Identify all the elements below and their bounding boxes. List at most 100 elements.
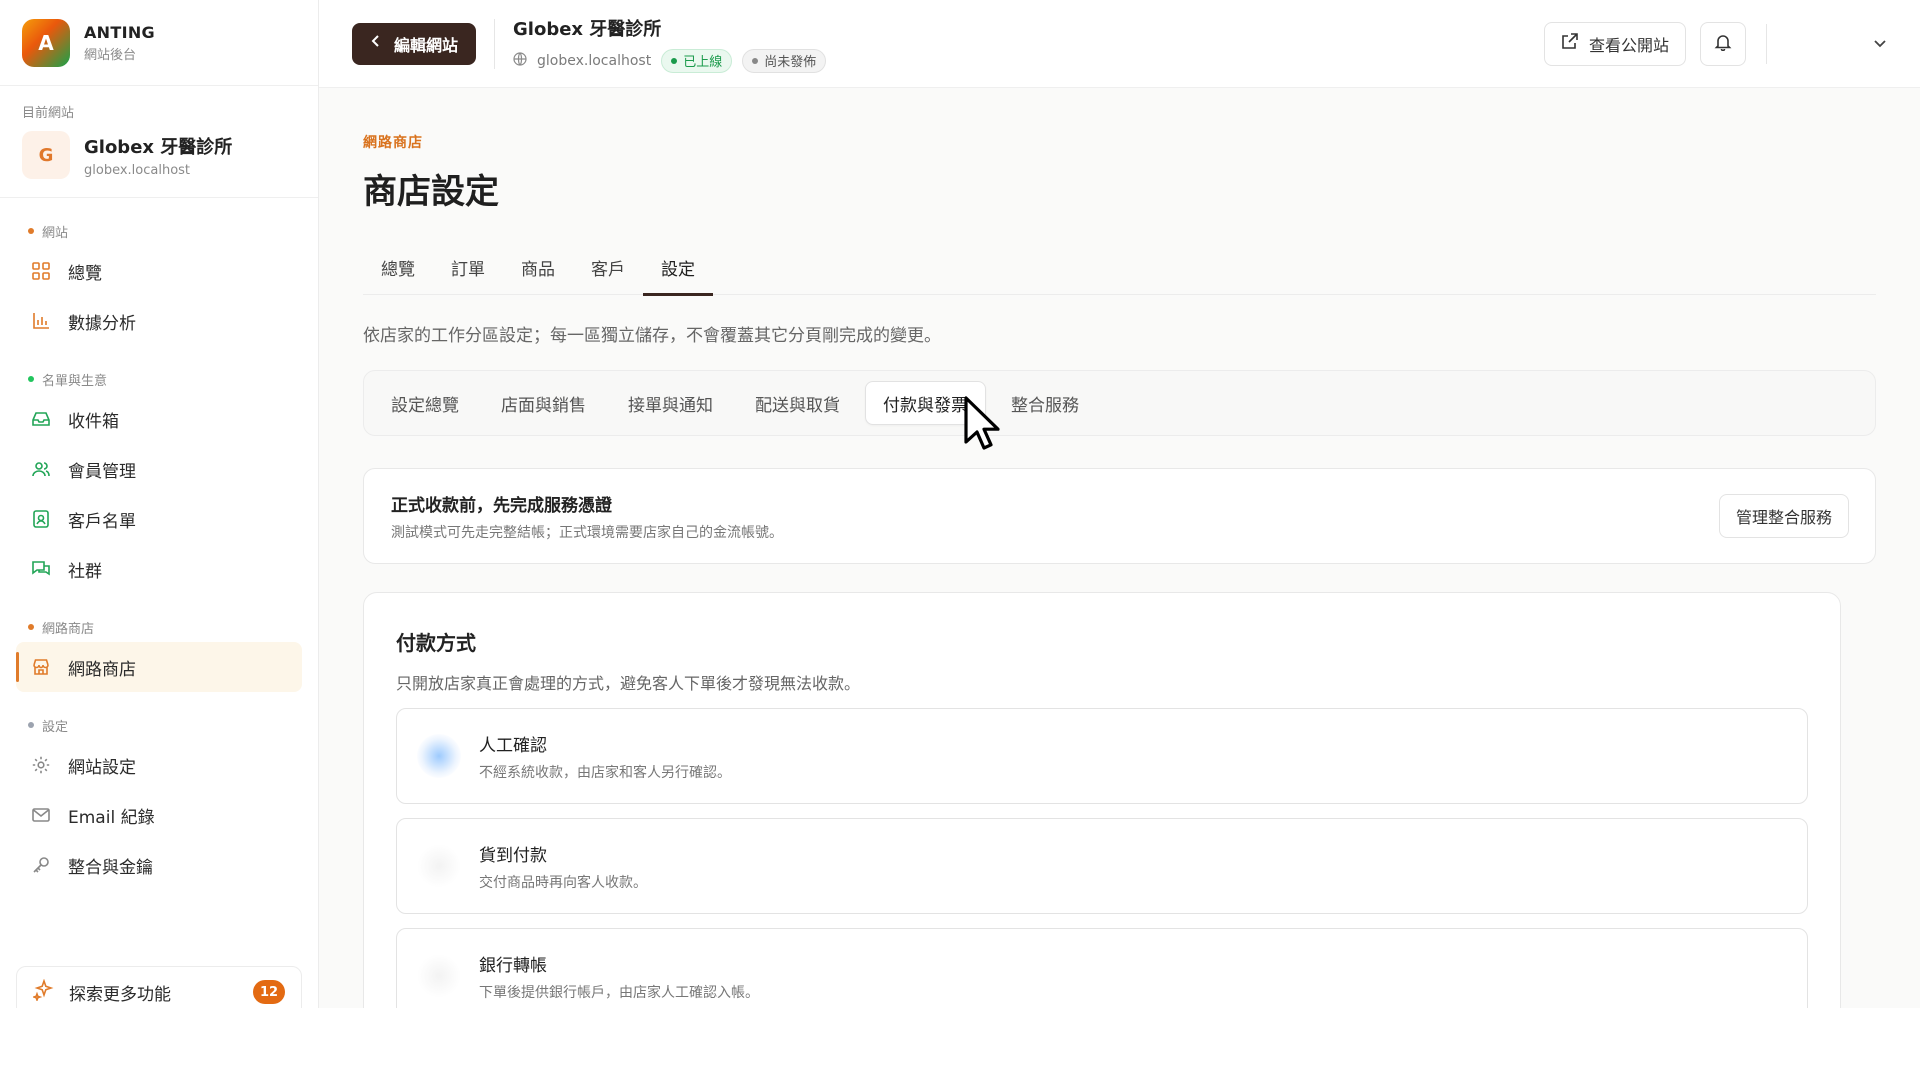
sidebar-item-label: 整合與金鑰 xyxy=(68,857,153,878)
method-title: 貨到付款 xyxy=(479,845,547,866)
sidebar-item-online-store[interactable]: 網路商店 xyxy=(16,642,302,692)
subtab-shipping-pickup[interactable]: 配送與取貨 xyxy=(738,381,857,425)
topbar: 編輯網站 Globex 牙醫診所 globex.localhost 已上線 尚未… xyxy=(319,0,1920,88)
group-title-label: 網路商店 xyxy=(42,621,95,637)
view-public-label: 查看公開站 xyxy=(1588,37,1669,55)
method-toggle-icon xyxy=(417,734,461,778)
payment-method-manual[interactable]: 人工確認 不經系統收款，由店家和客人另行確認。 xyxy=(396,708,1808,804)
inbox-icon xyxy=(30,408,52,430)
current-site-switcher[interactable]: G Globex 牙醫診所 globex.localhost xyxy=(22,131,296,179)
tab-products[interactable]: 商品 xyxy=(503,239,573,295)
sidebar-item-label: Email 紀錄 xyxy=(68,807,155,828)
settings-page: 網路商店 商店設定 總覽 訂單 商品 客戶 設定 依店家的工作分區設定；每一區獨… xyxy=(319,88,1920,1008)
brand[interactable]: A ANTING 網站後台 xyxy=(0,0,318,86)
group-title: 名單與生意 xyxy=(16,364,302,394)
status-live-label: 已上線 xyxy=(683,55,723,70)
payment-method-cod[interactable]: 貨到付款 交付商品時再向客人收款。 xyxy=(396,818,1808,914)
group-dot xyxy=(28,228,34,234)
current-site-name: Globex 牙醫診所 xyxy=(84,136,233,158)
users-icon xyxy=(30,458,52,480)
back-button-label: 編輯網站 xyxy=(394,37,459,55)
tab-customers[interactable]: 客戶 xyxy=(573,239,643,295)
sidebar: A ANTING 網站後台 目前網站 G Globex 牙醫診所 globex.… xyxy=(0,0,319,1008)
nav-group-leads: 名單與生意 收件箱 會員管理 客戶名單 社群 xyxy=(0,364,318,594)
group-title-label: 名單與生意 xyxy=(42,373,108,389)
nav-group-site: 網站 總覽 數據分析 xyxy=(0,216,318,346)
sidebar-item-label: 客戶名單 xyxy=(68,511,136,532)
bar-chart-icon xyxy=(30,310,52,332)
nav-group-store: 網路商店 網路商店 xyxy=(0,612,318,692)
notice-title: 正式收款前，先完成服務憑證 xyxy=(391,495,612,516)
subtab-payment-invoice[interactable]: 付款與發票 xyxy=(865,381,986,425)
status-dot xyxy=(671,57,678,64)
chat-icon xyxy=(30,558,52,580)
site-avatar: G xyxy=(22,131,70,179)
current-site-block: 目前網站 G Globex 牙醫診所 globex.localhost xyxy=(0,86,318,198)
mail-icon xyxy=(30,804,52,826)
subtab-settings-overview[interactable]: 設定總覽 xyxy=(374,381,476,425)
tab-overview[interactable]: 總覽 xyxy=(363,239,433,295)
chevron-down-icon xyxy=(1873,34,1887,53)
method-description: 不經系統收款，由店家和客人另行確認。 xyxy=(479,764,731,781)
method-description: 交付商品時再向客人收款。 xyxy=(479,874,647,891)
nav-group-settings: 設定 網站設定 Email 紀錄 整合與金鑰 xyxy=(0,710,318,890)
status-badge-live: 已上線 xyxy=(661,48,733,73)
view-public-site-button[interactable]: 查看公開站 xyxy=(1543,21,1686,66)
site-domain-label: globex.localhost xyxy=(537,52,652,69)
gear-icon xyxy=(30,754,52,776)
sidebar-item-site-settings[interactable]: 網站設定 xyxy=(16,740,302,790)
sidebar-item-label: 網站設定 xyxy=(68,757,136,778)
store-tabs: 總覽 訂單 商品 客戶 設定 xyxy=(363,239,1876,296)
sidebar-item-label: 總覽 xyxy=(68,263,102,284)
status-draft-label: 尚未發佈 xyxy=(764,55,817,70)
tab-settings[interactable]: 設定 xyxy=(643,239,713,296)
method-description: 下單後提供銀行帳戶，由店家人工確認入帳。 xyxy=(479,984,759,1001)
subtab-integrations[interactable]: 整合服務 xyxy=(994,381,1096,425)
sidebar-item-label: 網路商店 xyxy=(68,659,136,680)
explore-more-button[interactable]: 探索更多功能 12 xyxy=(16,966,302,1008)
sidebar-item-customers[interactable]: 客戶名單 xyxy=(16,494,302,544)
credentials-notice: 正式收款前，先完成服務憑證 測試模式可先走完整結帳；正式環境需要店家自己的金流帳… xyxy=(363,468,1876,564)
store-icon xyxy=(30,656,52,678)
sparkle-icon xyxy=(31,978,55,1006)
group-title: 設定 xyxy=(16,710,302,740)
page-eyebrow: 網路商店 xyxy=(363,135,423,151)
sidebar-item-integrations[interactable]: 整合與金鑰 xyxy=(16,840,302,890)
sidebar-item-label: 數據分析 xyxy=(68,313,136,334)
subtab-storefront-sales[interactable]: 店面與銷售 xyxy=(484,381,603,425)
method-toggle-icon xyxy=(417,844,461,888)
group-dot xyxy=(28,722,34,728)
sidebar-item-label: 會員管理 xyxy=(68,461,136,482)
group-title: 網路商店 xyxy=(16,612,302,642)
brand-logo: A xyxy=(22,18,70,67)
payment-method-bank-transfer[interactable]: 銀行轉帳 下單後提供銀行帳戶，由店家人工確認入帳。 xyxy=(396,928,1808,1008)
sidebar-item-email-log[interactable]: Email 紀錄 xyxy=(16,790,302,840)
sidebar-item-analytics[interactable]: 數據分析 xyxy=(16,296,302,346)
manage-integrations-button[interactable]: 管理整合服務 xyxy=(1718,494,1849,538)
tab-orders[interactable]: 訂單 xyxy=(433,239,503,295)
group-title-label: 網站 xyxy=(42,225,69,241)
payment-methods-title: 付款方式 xyxy=(396,631,476,655)
settings-subtabs: 設定總覽 店面與銷售 接單與通知 配送與取貨 付款與發票 整合服務 xyxy=(363,370,1876,436)
sidebar-item-members[interactable]: 會員管理 xyxy=(16,444,302,494)
method-title: 人工確認 xyxy=(479,735,547,756)
sidebar-item-overview[interactable]: 總覽 xyxy=(16,246,302,296)
subtab-orders-notifications[interactable]: 接單與通知 xyxy=(611,381,730,425)
main-content: 編輯網站 Globex 牙醫診所 globex.localhost 已上線 尚未… xyxy=(319,0,1920,1008)
sidebar-item-community[interactable]: 社群 xyxy=(16,544,302,594)
contact-card-icon xyxy=(30,508,52,530)
sidebar-item-inbox[interactable]: 收件箱 xyxy=(16,394,302,444)
payment-methods-card: 付款方式 只開放店家真正會處理的方式，避免客人下單後才發現無法收款。 人工確認 … xyxy=(363,592,1841,1008)
notifications-button[interactable] xyxy=(1700,21,1746,66)
back-to-editor-button[interactable]: 編輯網站 xyxy=(352,22,477,65)
user-menu-toggle[interactable] xyxy=(1787,22,1887,66)
status-badge-draft: 尚未發佈 xyxy=(742,48,827,73)
group-title-label: 設定 xyxy=(42,719,69,735)
method-title: 銀行轉帳 xyxy=(479,955,547,976)
key-icon xyxy=(30,854,52,876)
payment-methods-description: 只開放店家真正會處理的方式，避免客人下單後才發現無法收款。 xyxy=(396,674,861,693)
explore-more-label: 探索更多功能 xyxy=(69,984,171,1005)
notice-description: 測試模式可先走完整結帳；正式環境需要店家自己的金流帳號。 xyxy=(391,524,783,541)
sidebar-item-label: 收件箱 xyxy=(68,411,119,432)
divider xyxy=(494,18,496,69)
